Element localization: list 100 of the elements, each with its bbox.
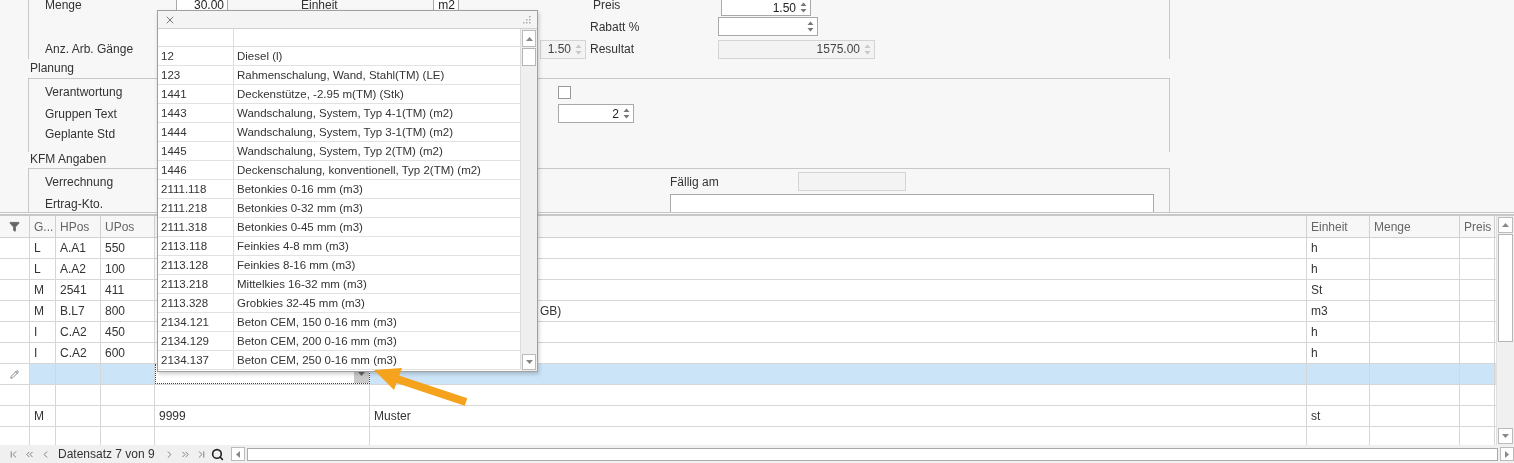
table-cell: M xyxy=(30,301,56,321)
table-cell: I xyxy=(30,343,56,363)
scroll-up-icon[interactable] xyxy=(1502,223,1509,227)
table-cell: 550 xyxy=(101,238,155,258)
table-cell: 800 xyxy=(101,301,155,321)
table-cell: 2113.328 xyxy=(158,294,234,312)
scroll-right-icon[interactable] xyxy=(1505,450,1509,458)
column-header[interactable]: UPos xyxy=(101,216,155,237)
table-cell: 100 xyxy=(101,259,155,279)
field-label: Resultat xyxy=(590,42,636,57)
table-cell: 123 xyxy=(158,66,234,84)
field-label: Menge xyxy=(45,0,83,11)
number-field[interactable] xyxy=(718,17,818,37)
field-label: Fällig am xyxy=(670,174,720,189)
table-cell: h xyxy=(1307,259,1370,279)
lookup-row[interactable]: 1441 Deckenstütze, -2.95 m(TM) (Stk) xyxy=(158,85,521,104)
field-label: Ertrag-Kto. xyxy=(45,196,105,211)
table-cell: 2134.121 xyxy=(158,313,234,331)
spin-arrows-icon[interactable] xyxy=(800,1,807,14)
field-label: Geplante Std xyxy=(45,127,117,141)
column-header[interactable]: HPos xyxy=(56,216,101,237)
column-header[interactable]: Einheit xyxy=(1307,216,1370,237)
table-cell: m3 xyxy=(1307,301,1370,321)
table-cell: 2111.218 xyxy=(158,199,234,217)
column-header[interactable]: Menge xyxy=(1370,216,1460,237)
column-header[interactable]: G... xyxy=(30,216,56,237)
lookup-row[interactable]: 2113.218 Mittelkies 16-32 mm (m3) xyxy=(158,275,521,294)
table-cell: st xyxy=(1307,406,1370,426)
grid-row[interactable]: M 9999 Muster st xyxy=(0,406,1496,427)
table-cell: Muster xyxy=(370,406,1307,426)
result-field: 1575.00 xyxy=(718,39,875,59)
table-cell: 411 xyxy=(101,280,155,300)
vertical-scrollbar[interactable] xyxy=(521,29,537,371)
lookup-row[interactable]: 2134.129 Beton CEM, 200 0-16 mm (m3) xyxy=(158,332,521,351)
table-cell: 2113.218 xyxy=(158,275,234,293)
table-cell: h xyxy=(1307,238,1370,258)
lookup-row[interactable]: 1445 Wandschalung, System, Typ 2(TM) (m2) xyxy=(158,142,521,161)
field-label: Rabatt % xyxy=(590,19,641,34)
table-cell: 2113.118 xyxy=(158,237,234,255)
table-cell: 2134.137 xyxy=(158,351,234,369)
table-cell: h xyxy=(1307,322,1370,342)
lookup-row[interactable]: 2111.118 Betonkies 0-16 mm (m3) xyxy=(158,180,521,199)
lookup-row[interactable]: 2111.218 Betonkies 0-32 mm (m3) xyxy=(158,199,521,218)
table-cell: A.A1 xyxy=(56,238,101,258)
lookup-row[interactable]: 2111.318 Betonkies 0-45 mm (m3) xyxy=(158,218,521,237)
table-cell: 450 xyxy=(101,322,155,342)
pencil-icon xyxy=(10,369,19,379)
lookup-row[interactable]: 12 Diesel (l) xyxy=(158,47,521,66)
table-cell: 1446 xyxy=(158,161,234,179)
table-cell: B.L7 xyxy=(56,301,101,321)
table-cell: C.A2 xyxy=(56,322,101,342)
lookup-row[interactable]: 1443 Wandschalung, System, Typ 4-1(TM) (m2) xyxy=(158,104,521,123)
field-label: Verrechnung xyxy=(45,174,115,189)
field-label: Verantwortung xyxy=(45,85,124,99)
lookup-row[interactable]: 1444 Wandschalung, System, Typ 3-1(TM) (m2) xyxy=(158,123,521,142)
lookup-row[interactable]: 2113.128 Feinkies 8-16 mm (m3) xyxy=(158,256,521,275)
lookup-row[interactable]: 2113.328 Grobkies 32-45 mm (m3) xyxy=(158,294,521,313)
filter-icon[interactable] xyxy=(9,221,20,232)
lookup-row[interactable]: 2113.118 Feinkies 4-8 mm (m3) xyxy=(158,237,521,256)
table-cell: A.A2 xyxy=(56,259,101,279)
column-header[interactable]: Preis xyxy=(1460,216,1495,237)
field-label: Einheit xyxy=(301,0,339,11)
scroll-thumb[interactable] xyxy=(522,48,536,66)
text-field[interactable] xyxy=(670,194,1154,212)
lookup-row[interactable]: 2134.121 Beton CEM, 150 0-16 mm (m3) xyxy=(158,313,521,332)
table-cell: 2111.318 xyxy=(158,218,234,236)
table-cell: 12 xyxy=(158,47,234,65)
table-cell: St xyxy=(1307,280,1370,300)
scroll-down-icon[interactable] xyxy=(1502,434,1509,438)
table-cell: I xyxy=(30,322,56,342)
lookup-row[interactable]: 123 Rahmenschalung, Wand, Stahl(TM) (LE) xyxy=(158,66,521,85)
table-cell: M xyxy=(30,280,56,300)
spin-arrows-icon[interactable] xyxy=(807,20,814,34)
checkbox[interactable] xyxy=(558,85,571,99)
scroll-up-icon[interactable] xyxy=(525,36,533,41)
number-field[interactable]: 2 xyxy=(558,104,634,123)
table-cell: 1443 xyxy=(158,104,234,122)
table-cell: 600 xyxy=(101,343,155,363)
number-field[interactable]: 1.50 xyxy=(721,0,811,16)
table-cell: 1444 xyxy=(158,123,234,141)
table-cell: 2111.118 xyxy=(158,180,234,198)
horizontal-scrollbar[interactable] xyxy=(230,446,1514,462)
scroll-left-icon[interactable] xyxy=(235,450,240,458)
vertical-scrollbar[interactable] xyxy=(1496,216,1514,445)
scroll-thumb[interactable] xyxy=(1498,234,1513,342)
table-cell: C.A2 xyxy=(56,343,101,363)
record-counter: Datensatz 7 von 9 xyxy=(57,447,156,461)
table-cell: 2541 xyxy=(56,280,101,300)
grip-icon[interactable] xyxy=(523,15,531,24)
table-cell: 9999 xyxy=(155,406,370,426)
lookup-row[interactable]: 1446 Deckenschalung, konventionell, Typ 2(TM) (m2) xyxy=(158,161,521,180)
field-label: Anz. Arb. Gänge xyxy=(45,42,135,57)
field-label: Preis xyxy=(593,0,622,11)
table-cell: 1445 xyxy=(158,142,234,160)
group-title: KFM Angaben xyxy=(30,152,107,166)
table-cell: L xyxy=(30,238,56,258)
spin-arrows-icon[interactable] xyxy=(623,107,630,120)
group-title: Planung xyxy=(30,61,75,75)
table-cell: M xyxy=(30,406,56,426)
search-icon[interactable] xyxy=(210,447,225,461)
